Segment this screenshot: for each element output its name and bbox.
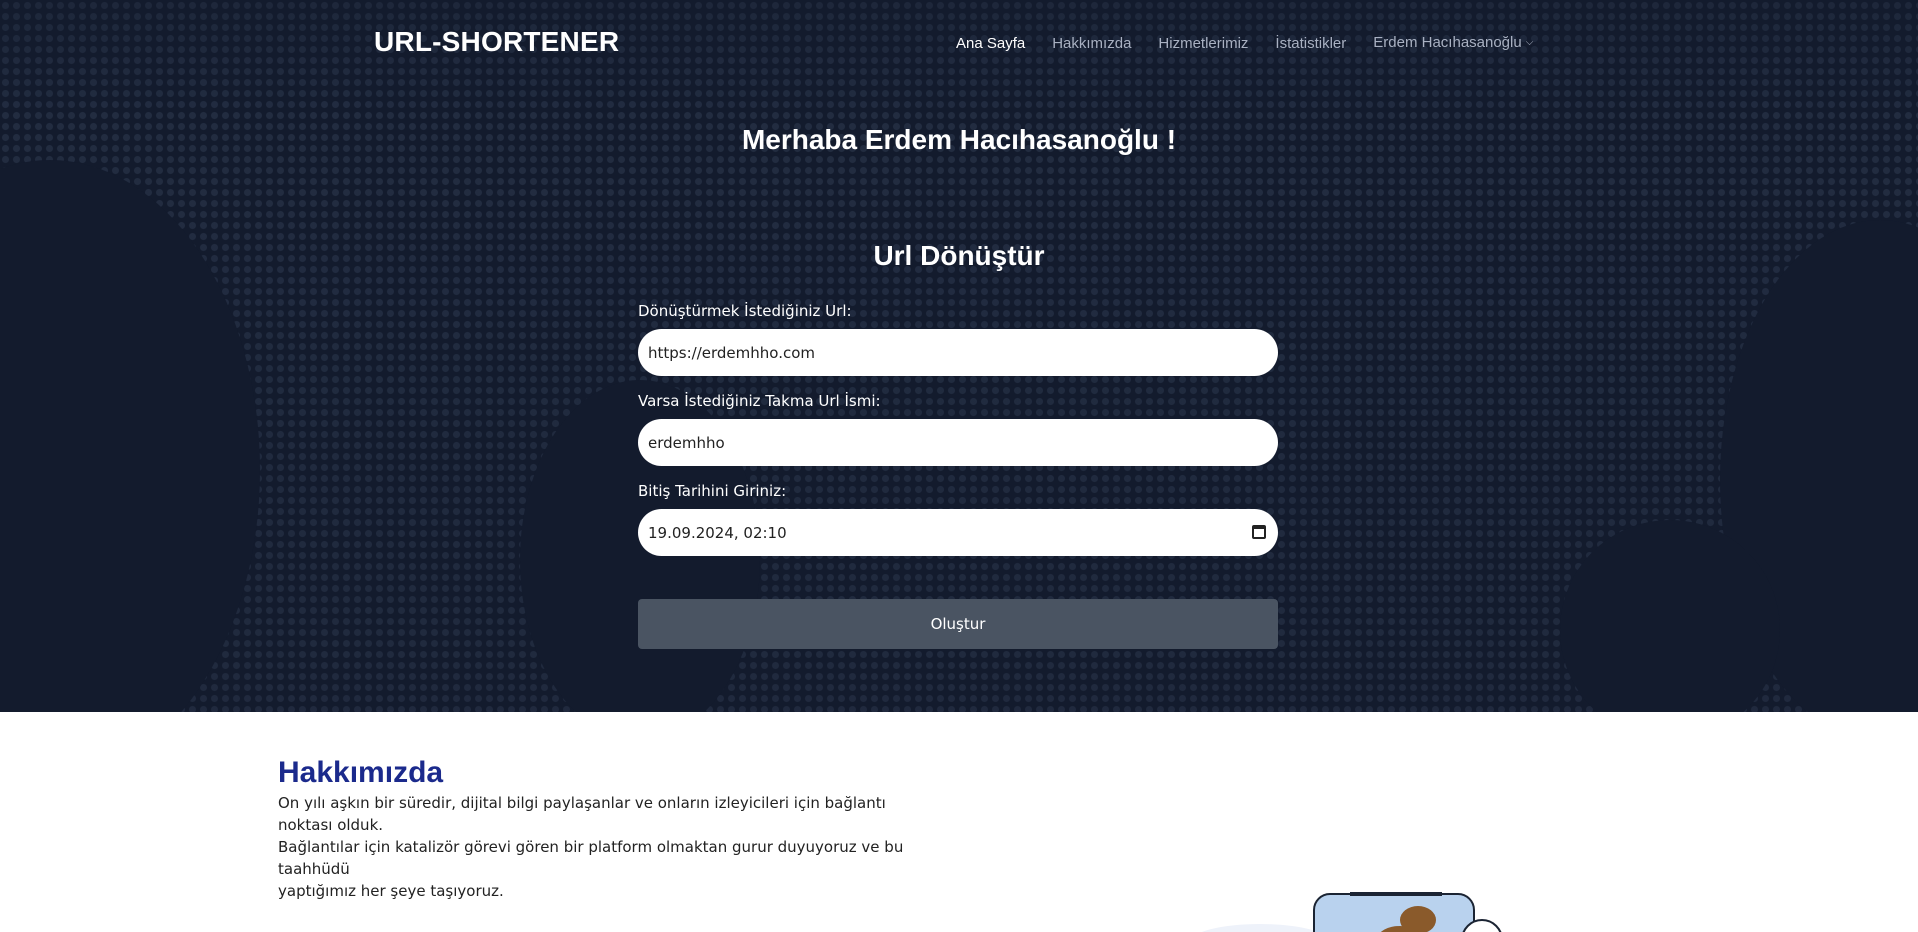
date-input[interactable]: 19.09.2024, 02:10 [638, 509, 1278, 556]
url-label: Dönüştürmek İstediğiniz Url: [638, 302, 852, 320]
nav-item-services[interactable]: Hizmetlerimiz [1158, 35, 1248, 52]
nav-item-home[interactable]: Ana Sayfa [956, 35, 1025, 52]
calendar-icon[interactable] [1252, 525, 1266, 539]
about-illustration [1201, 892, 1502, 932]
alias-input-value: erdemhho [648, 433, 725, 452]
chevron-down-icon: ⌵ [1525, 37, 1534, 48]
nav-item-statistics[interactable]: İstatistikler [1275, 35, 1346, 52]
about-text: On yılı aşkın bir süredir, dijital bilgi… [278, 792, 918, 902]
alias-label: Varsa İstediğiniz Takma Url İsmi: [638, 392, 881, 410]
date-label: Bitiş Tarihini Giriniz: [638, 482, 787, 500]
nav-item-about[interactable]: Hakkımızda [1052, 35, 1131, 52]
url-input[interactable]: https://erdemhho.com [638, 329, 1278, 376]
about-line: yaptığımız her şeye taşıyoruz. [278, 882, 504, 900]
main-nav: Ana Sayfa Hakkımızda Hizmetlerimiz İstat… [956, 34, 1533, 52]
alias-input[interactable]: erdemhho [638, 419, 1278, 466]
nav-user-menu[interactable]: Erdem Hacıhasanoğlu ⌵ [1373, 34, 1533, 52]
about-line: On yılı aşkın bir süredir, dijital bilgi… [278, 794, 886, 834]
form-title: Url Dönüştür [873, 240, 1045, 271]
create-button[interactable]: Oluştur [638, 599, 1278, 649]
greeting-title: Merhaba Erdem Hacıhasanoğlu ! [741, 124, 1177, 155]
nav-item-user[interactable]: Erdem Hacıhasanoğlu [1373, 34, 1521, 51]
about-title: Hakkımızda [278, 756, 444, 789]
date-input-value: 19.09.2024, 02:10 [648, 523, 787, 542]
url-input-value: https://erdemhho.com [648, 343, 815, 362]
about-line: Bağlantılar için katalizör görevi gören … [278, 838, 904, 878]
brand-logo[interactable]: URL-SHORTENER [374, 26, 619, 58]
hero-section: URL-SHORTENER Ana Sayfa Hakkımızda Hizme… [0, 0, 1918, 712]
